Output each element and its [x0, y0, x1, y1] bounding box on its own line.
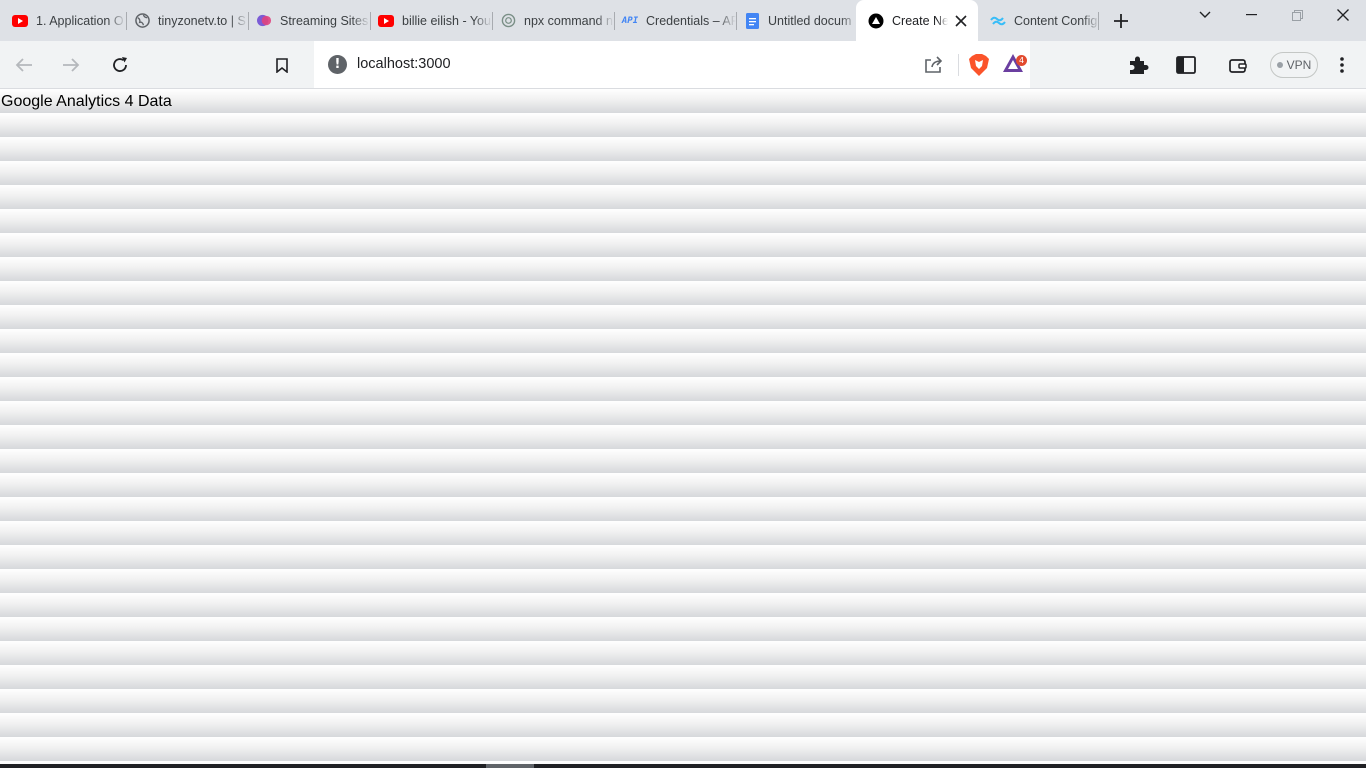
page-title: Google Analytics 4 Data	[1, 93, 172, 110]
vpn-label: VPN	[1286, 58, 1312, 72]
site-info-icon[interactable]: !	[328, 55, 347, 74]
omnibox-divider	[958, 54, 959, 76]
tab-title: 1. Application O	[36, 13, 124, 28]
tab-npx-command[interactable]: npx command n	[488, 0, 614, 41]
back-button[interactable]	[8, 49, 40, 81]
vpn-status-dot	[1276, 62, 1283, 68]
tab-billie-eilish[interactable]: billie eilish - You	[366, 0, 492, 41]
close-window-button[interactable]	[1320, 0, 1366, 30]
tab-untitled-document[interactable]: Untitled docum	[732, 0, 858, 41]
streaming-icon	[256, 13, 272, 29]
browser-toolbar: ! localhost:3000 4 VPN	[0, 41, 1366, 89]
address-url[interactable]: localhost:3000	[357, 56, 451, 72]
youtube-icon	[378, 13, 394, 29]
tab-title: tinyzonetv.to | S	[158, 13, 246, 28]
globe-icon	[134, 13, 150, 29]
horizontal-scrollbar[interactable]	[0, 764, 1366, 768]
google-docs-icon	[744, 12, 760, 29]
tab-strip: 1. Application O tinyzonetv.to | S Strea…	[0, 0, 1366, 41]
tailwind-icon	[990, 13, 1006, 29]
reload-button[interactable]	[104, 49, 136, 81]
brave-shields-icon[interactable]	[968, 53, 990, 77]
bookmark-button[interactable]	[266, 49, 298, 81]
tab-credentials[interactable]: API Credentials – AP	[610, 0, 736, 41]
tab-title: billie eilish - You	[402, 13, 491, 28]
tab-tinyzonetv[interactable]: tinyzonetv.to | S	[122, 0, 248, 41]
tab-title: Streaming Sites	[280, 13, 369, 28]
tab-title: Credentials – AP	[646, 13, 736, 28]
scrollbar-thumb[interactable]	[486, 764, 534, 768]
tab-title: npx command n	[524, 13, 613, 28]
tab-title: Untitled docum	[768, 13, 852, 28]
vpn-button[interactable]: VPN	[1270, 52, 1318, 78]
api-icon: API	[621, 15, 639, 26]
tab-title: Create Ne	[892, 13, 948, 28]
chatgpt-icon	[500, 13, 516, 29]
tab-application[interactable]: 1. Application O	[0, 0, 126, 41]
restore-button[interactable]	[1274, 0, 1320, 30]
sidebar-icon[interactable]	[1170, 49, 1202, 81]
tab-search-button[interactable]	[1182, 0, 1228, 30]
minimize-button[interactable]	[1228, 0, 1274, 30]
close-tab-icon[interactable]	[952, 12, 970, 30]
youtube-icon	[12, 13, 28, 29]
app-icon	[868, 13, 884, 29]
extensions-icon[interactable]	[1122, 49, 1154, 81]
new-tab-button[interactable]	[1108, 8, 1134, 34]
address-bar[interactable]: ! localhost:3000 4	[314, 41, 1030, 88]
forward-button[interactable]	[55, 49, 87, 81]
rewards-badge: 4	[1016, 55, 1027, 66]
tab-streaming-sites[interactable]: Streaming Sites	[244, 0, 370, 41]
tab-title: Content Config	[1014, 13, 1098, 28]
menu-icon[interactable]	[1326, 49, 1358, 81]
tab-separator	[1098, 12, 1099, 30]
tab-content-configuration[interactable]: Content Config	[978, 0, 1100, 41]
share-icon[interactable]	[922, 53, 946, 77]
tab-create-next-app[interactable]: Create Ne	[856, 0, 978, 41]
wallet-icon[interactable]	[1222, 49, 1254, 81]
page-content: Google Analytics 4 Data	[0, 89, 1366, 764]
